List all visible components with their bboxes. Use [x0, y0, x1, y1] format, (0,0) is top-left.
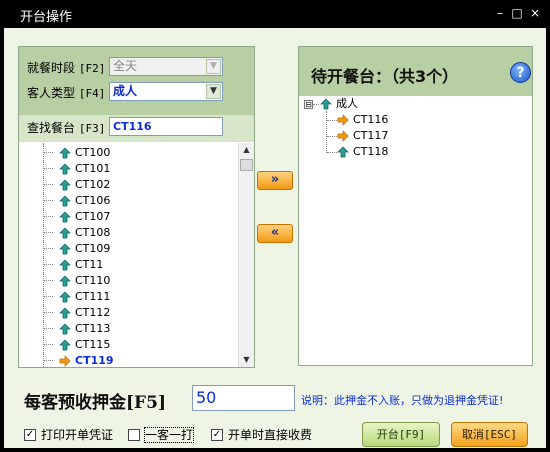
dialog-body: 就餐时段 [F2] 全天 ▼ 客人类型 [F4] 成人 ▼ 查找餐台 [F3] … — [4, 28, 546, 448]
arrow-up-icon — [59, 227, 71, 239]
find-table-label: 查找餐台 [F3] — [27, 121, 106, 135]
arrow-right-icon — [337, 114, 349, 126]
arrow-up-icon — [59, 259, 71, 271]
pending-header: 待开餐台：（共3个） ? — [299, 47, 532, 96]
tree-connector — [327, 136, 337, 137]
collapse-icon[interactable]: ⊟ — [304, 100, 313, 109]
arrow-up-icon — [59, 307, 71, 319]
pending-title: 待开餐台：（共3个） — [311, 67, 459, 86]
meal-period-select[interactable]: 全天 ▼ — [109, 57, 223, 76]
help-icon[interactable]: ? — [510, 62, 531, 83]
scroll-down-icon[interactable]: ▼ — [239, 353, 254, 367]
guest-type-select[interactable]: 成人 ▼ — [109, 82, 223, 101]
tree-connector — [327, 152, 337, 153]
deposit-label: 每客预收押金[F5] — [24, 393, 166, 413]
pending-tables-panel: 待开餐台：（共3个） ? ⊟ 成人 CT116 CT117 CT118 — [298, 46, 533, 366]
arrow-up-icon — [59, 323, 71, 335]
available-tables-tree[interactable]: CT100 CT101 CT102 CT106 CT107 CT108 CT10… — [19, 143, 237, 367]
open-table-button[interactable]: 开台[F9] — [362, 422, 440, 447]
table-list-scrollbar[interactable]: ▲ ▼ — [238, 143, 254, 367]
arrow-up-icon — [59, 163, 71, 175]
arrow-up-icon — [59, 211, 71, 223]
remove-table-button[interactable]: « — [257, 224, 293, 243]
tree-guide-line — [326, 111, 327, 153]
tree-connector — [313, 104, 319, 105]
deposit-note: 说明：此押金不入账，只做为退押金凭证! — [301, 394, 504, 407]
pending-tables-tree[interactable]: ⊟ 成人 CT116 CT117 CT118 — [299, 96, 532, 365]
checkbox-checked-icon: ✓ — [211, 429, 223, 441]
meal-period-label: 就餐时段 [F2] — [27, 61, 106, 75]
title-bar: 开台操作 – □ × — [0, 0, 550, 28]
arrow-up-icon — [59, 339, 71, 351]
cancel-button[interactable]: 取消[ESC] — [451, 422, 528, 447]
checkbox-unchecked-icon — [128, 429, 140, 441]
arrow-up-icon — [337, 146, 349, 158]
scroll-thumb[interactable] — [240, 159, 253, 171]
arrow-up-icon — [59, 147, 71, 159]
filter-area: 就餐时段 [F2] 全天 ▼ 客人类型 [F4] 成人 ▼ 查找餐台 [F3] … — [19, 47, 254, 142]
chevron-down-icon: ▼ — [206, 59, 221, 74]
chevron-down-icon[interactable]: ▼ — [206, 84, 221, 99]
arrow-up-icon — [59, 179, 71, 191]
arrow-up-icon — [59, 195, 71, 207]
add-table-button[interactable]: » — [257, 171, 293, 190]
minimize-button[interactable]: – — [493, 5, 507, 21]
tree-connector — [327, 120, 337, 121]
close-button[interactable]: × — [528, 5, 542, 21]
arrow-up-icon — [320, 98, 332, 110]
arrow-up-icon — [59, 291, 71, 303]
guest-type-label: 客人类型 [F4] — [27, 86, 106, 100]
arrow-right-icon — [59, 355, 71, 367]
scroll-up-icon[interactable]: ▲ — [239, 143, 254, 157]
deposit-input[interactable]: 50 — [192, 385, 295, 411]
arrow-right-icon — [337, 130, 349, 142]
open-table-window: 开台操作 – □ × 就餐时段 [F2] 全天 ▼ 客人类型 [F4] 成人 ▼… — [0, 0, 550, 452]
maximize-button[interactable]: □ — [510, 5, 524, 21]
table-selection-panel: 就餐时段 [F2] 全天 ▼ 客人类型 [F4] 成人 ▼ 查找餐台 [F3] … — [18, 46, 255, 368]
find-table-input[interactable]: CT116 — [109, 117, 223, 136]
checkbox-checked-icon: ✓ — [24, 429, 36, 441]
arrow-up-icon — [59, 275, 71, 287]
arrow-up-icon — [59, 243, 71, 255]
window-title: 开台操作 — [20, 10, 73, 25]
